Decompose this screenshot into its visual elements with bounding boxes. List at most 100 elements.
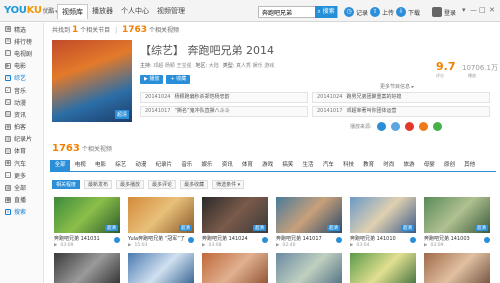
filter-conditions-dropdown[interactable]: 筛选条件 ▾	[212, 180, 245, 189]
tab-life[interactable]: 生活	[298, 160, 318, 171]
tab-documentary[interactable]: 纪录片	[151, 160, 177, 171]
play-icon[interactable]	[336, 237, 342, 243]
tab-news[interactable]: 资讯	[217, 160, 237, 171]
episode-row[interactable]: 20141024 杨颖跑偏秒杀郑恺杨忠韵	[140, 92, 308, 103]
tab-parenting[interactable]: 母婴	[419, 160, 439, 171]
video-title[interactable]: 奔跑吧兄弟 141017	[276, 235, 342, 242]
search-button[interactable]: ⌕ 搜索	[315, 6, 337, 18]
letv-source-icon[interactable]	[404, 122, 414, 131]
tab-games[interactable]: 游戏	[258, 160, 278, 171]
play-icon[interactable]	[410, 237, 416, 243]
video-thumbnail[interactable]	[350, 253, 416, 283]
sidebar-item-sports[interactable]: ◎ 体育	[0, 145, 43, 157]
sidebar-item-movie[interactable]: ▶ 电影	[0, 60, 43, 72]
sidebar-item-ranking[interactable]: ≡ 排行榜	[0, 35, 43, 47]
video-thumbnail[interactable]	[128, 253, 194, 283]
upload-button[interactable]: ⇧ 上传	[370, 6, 394, 18]
tab-video-manage[interactable]: 视频管理	[153, 4, 189, 19]
show-poster[interactable]: 超清	[52, 40, 132, 122]
login-button[interactable]: 登录	[432, 6, 456, 18]
episode-row[interactable]: 20141017 “撕名”鬼冲队直撕八斗斗	[140, 106, 308, 117]
tab-car[interactable]: 汽车	[318, 160, 338, 171]
video-card[interactable]: 超清 奔跑吧兄弟 141031 ▶ 03:09	[54, 197, 120, 248]
sidebar-item-music[interactable]: ♪ 音乐	[0, 84, 43, 96]
video-title[interactable]: Yula奔跑吧兄弟 “冠军”了	[128, 235, 194, 242]
video-card[interactable]: 超清 奔跑吧兄弟 141024 ▶ 03:08	[202, 197, 268, 248]
sort-most-comments[interactable]: 最多评论	[148, 180, 177, 189]
sidebar-item-featured[interactable]: ▣ 精选	[0, 23, 43, 35]
video-card[interactable]	[276, 253, 342, 283]
video-title[interactable]: 奔跑吧兄弟 141024	[202, 235, 268, 242]
tab-anime[interactable]: 动漫	[131, 160, 151, 171]
tab-tech[interactable]: 科技	[338, 160, 358, 171]
video-thumbnail[interactable]: 超清	[276, 197, 342, 233]
minimize-icon[interactable]: —	[470, 6, 477, 14]
video-thumbnail[interactable]: 超清	[128, 197, 194, 233]
video-card[interactable]: 超清 奔跑吧兄弟 141017 ▶ 02:40	[276, 197, 342, 248]
tab-education[interactable]: 教育	[359, 160, 379, 171]
tab-sports[interactable]: 体育	[237, 160, 257, 171]
play-icon[interactable]	[484, 237, 490, 243]
video-thumbnail[interactable]: 超清	[202, 197, 268, 233]
tab-video-library[interactable]: 视频库	[57, 4, 88, 19]
sidebar-item-more[interactable]: … 更多	[0, 169, 43, 181]
video-title[interactable]: 奔跑吧兄弟 141031	[54, 235, 120, 242]
video-thumbnail[interactable]	[424, 253, 490, 283]
tab-other[interactable]: 其他	[460, 160, 480, 171]
video-card[interactable]	[350, 253, 416, 283]
youku-logo[interactable]: YOUKU优酷▾	[4, 5, 58, 16]
sort-most-played[interactable]: 最多播放	[116, 180, 145, 189]
video-card[interactable]: 超清 奔跑吧兄弟 141010 ▶ 03:04	[350, 197, 416, 248]
play-icon[interactable]	[188, 237, 194, 243]
video-thumbnail[interactable]	[276, 253, 342, 283]
video-card[interactable]	[424, 253, 490, 283]
search-input[interactable]	[259, 7, 319, 17]
close-icon[interactable]: ✕	[489, 6, 495, 14]
tab-entertainment[interactable]: 娱乐	[197, 160, 217, 171]
tab-all[interactable]: 全部	[50, 160, 71, 171]
video-card[interactable]	[128, 253, 194, 283]
menu-icon[interactable]: ▾	[462, 6, 466, 14]
sidebar-item-paike[interactable]: ◉ 拍客	[0, 121, 43, 133]
play-icon[interactable]	[262, 237, 268, 243]
tab-variety[interactable]: 综艺	[111, 160, 131, 171]
tab-tv[interactable]: 电视	[70, 160, 90, 171]
video-thumbnail[interactable]: 超清	[54, 197, 120, 233]
play-icon[interactable]	[114, 237, 120, 243]
sidebar-item-live[interactable]: ● 直播	[0, 194, 43, 206]
video-thumbnail[interactable]: 超清	[424, 197, 490, 233]
episode-row[interactable]: 20141024 跑男兄弟团聚重案的好媳	[312, 92, 490, 103]
more-info-link[interactable]: 更多节目信息 ▸	[380, 83, 414, 90]
sidebar-item-tv[interactable]: ▭ 电视剧	[0, 47, 43, 59]
maximize-icon[interactable]: □	[479, 6, 486, 14]
tab-movie[interactable]: 电影	[90, 160, 110, 171]
video-title[interactable]: 奔跑吧兄弟 141010	[350, 235, 416, 242]
sort-newest[interactable]: 最新发布	[84, 180, 113, 189]
episode-row[interactable]: 20141017 邓超宰著叫你团体运营	[312, 106, 490, 117]
tab-funny[interactable]: 搞笑	[278, 160, 298, 171]
iqiyi-source-icon[interactable]	[418, 122, 428, 131]
favorite-button[interactable]: + 收藏	[166, 75, 191, 84]
video-thumbnail[interactable]: 超清	[350, 197, 416, 233]
video-card[interactable]: 超清 奔跑吧兄弟 141003 ▶ 03:09	[424, 197, 490, 248]
sidebar-item-documentary[interactable]: ▥ 纪录片	[0, 133, 43, 145]
sidebar-item-search[interactable]: ⌕ 搜索	[0, 206, 43, 218]
sort-most-favorites[interactable]: 最多收藏	[180, 180, 209, 189]
tudou-source-icon[interactable]	[390, 122, 400, 131]
tab-music[interactable]: 音乐	[177, 160, 197, 171]
tab-personal-center[interactable]: 个人中心	[117, 4, 153, 19]
download-button[interactable]: ⇩ 下载	[396, 6, 420, 18]
video-card[interactable]	[202, 253, 268, 283]
tencent-source-icon[interactable]	[432, 122, 442, 131]
sidebar-item-all[interactable]: ▦ 全部	[0, 181, 43, 193]
tab-player[interactable]: 播放器	[88, 4, 117, 19]
tab-fashion[interactable]: 时尚	[379, 160, 399, 171]
tab-original[interactable]: 原创	[439, 160, 459, 171]
sort-relevance[interactable]: 相关程度	[52, 180, 81, 189]
video-thumbnail[interactable]	[54, 253, 120, 283]
show-title[interactable]: 【综艺】 奔跑吧兄弟 2014	[140, 42, 274, 58]
sidebar-item-anime[interactable]: ☺ 动漫	[0, 96, 43, 108]
video-card[interactable]: 超清 Yula奔跑吧兄弟 “冠军”了 ▶ 15:03	[128, 197, 194, 248]
video-thumbnail[interactable]	[202, 253, 268, 283]
sidebar-item-car[interactable]: ◆ 汽车	[0, 157, 43, 169]
